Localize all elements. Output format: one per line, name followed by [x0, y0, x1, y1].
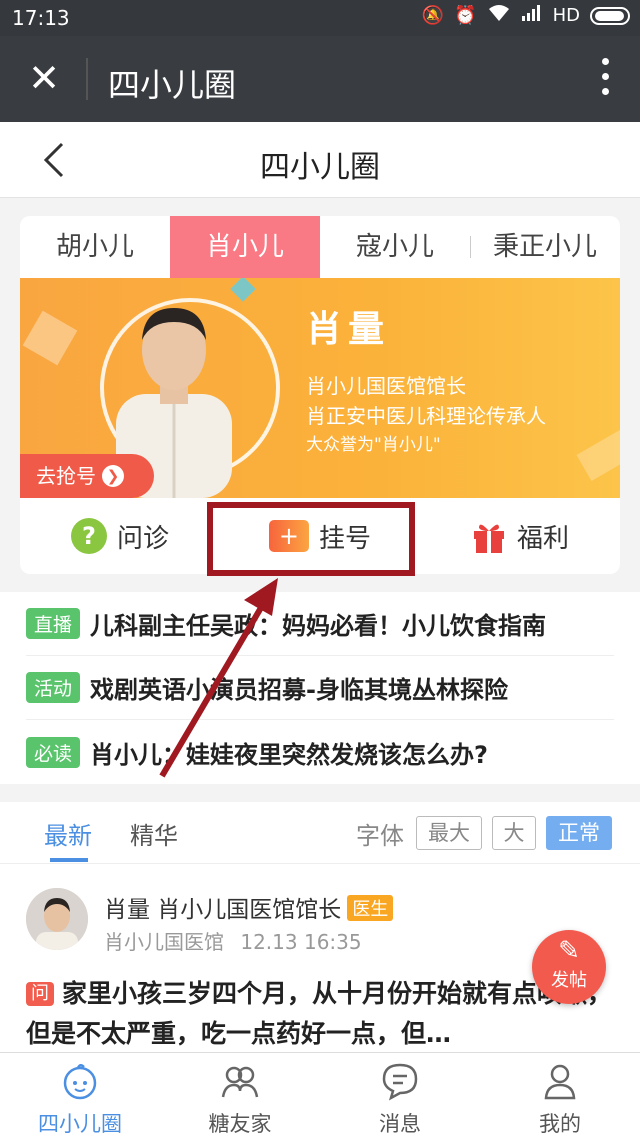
doctor-badge: 医生 — [347, 895, 394, 921]
pencil-icon: ✎ — [558, 936, 580, 966]
news-text: 戏剧英语小演员招募-身临其境丛林探险 — [90, 676, 508, 704]
status-bar: 17:13 🔕 ⏰ HD — [0, 0, 640, 36]
post-meta: 肖小儿国医馆 12.13 16:35 — [104, 926, 362, 955]
tab-xiao[interactable]: 肖小儿 — [170, 216, 320, 278]
post-author-name: 肖量 肖小儿国医馆馆长 — [104, 897, 342, 923]
news-tag: 必读 — [26, 736, 81, 768]
post-source: 肖小儿国医馆 — [104, 930, 224, 954]
tab-label: 我的 — [539, 1112, 581, 1136]
person-icon — [544, 1064, 576, 1100]
page-title: 四小儿圈 — [260, 150, 380, 185]
question-icon: ? — [70, 518, 107, 554]
tab-me[interactable]: 我的 — [480, 1053, 640, 1138]
grab-number-button[interactable]: 去抢号 ❯ — [20, 454, 154, 498]
wifi-icon — [487, 4, 511, 27]
banner-line-1: 肖小儿国医馆馆长 — [306, 374, 466, 398]
baby-face-icon — [63, 1064, 97, 1100]
feed-tabs: 最新 精华 字体 最大 大 正常 — [0, 802, 640, 864]
banner-line-2: 肖正安中医儿科理论传承人 — [306, 404, 546, 428]
network-label: HD — [552, 5, 580, 26]
doctor-tabs: 胡小儿 肖小儿 寇小儿 秉正小儿 — [20, 216, 620, 278]
doctor-banner[interactable]: 肖量 肖小儿国医馆馆长 肖正安中医儿科理论传承人 大众誉为"肖小儿" 去抢号 ❯ — [20, 278, 620, 498]
more-icon[interactable] — [600, 58, 610, 100]
news-list: 直播 儿科副主任吴政：妈妈必看！小儿饮食指南 活动 戏剧英语小演员招募-身临其境… — [0, 592, 640, 784]
tab-featured[interactable]: 精华 — [130, 816, 178, 851]
active-tab-indicator — [50, 858, 88, 862]
tab-messages[interactable]: 消息 — [320, 1053, 480, 1138]
font-large-button[interactable]: 大 — [492, 816, 536, 850]
wechat-top-bar: ✕ 四小儿圈 — [0, 36, 640, 122]
tab-latest[interactable]: 最新 — [44, 816, 92, 851]
tab-separator — [470, 236, 471, 258]
message-icon — [382, 1063, 418, 1101]
close-icon[interactable]: ✕ — [24, 58, 64, 98]
news-tag: 直播 — [26, 608, 81, 639]
tab-label: 消息 — [379, 1112, 421, 1136]
mute-icon: 🔕 — [421, 5, 445, 26]
post-author: 肖量 肖小儿国医馆馆长 医生 — [104, 890, 394, 924]
tab-four-kids[interactable]: 四小儿圈 — [0, 1053, 160, 1138]
post-text-content: 家里小孩三岁四个月，从十月份开始就有点咳嗽，但是不太严重，吃一点药好一点，但… — [26, 979, 613, 1048]
font-largest-button[interactable]: 最大 — [416, 816, 482, 850]
tab-sugar-friends[interactable]: 糖友家 — [160, 1053, 320, 1138]
bottom-tab-bar: 四小儿圈 糖友家 消息 我的 — [0, 1052, 640, 1138]
banner-decoration — [576, 425, 620, 481]
list-item[interactable]: 必读 肖小儿：娃娃夜里突然发烧该怎么办? — [26, 720, 614, 784]
list-item[interactable]: 直播 儿科副主任吴政：妈妈必看！小儿饮食指南 — [26, 592, 614, 656]
tab-kou[interactable]: 寇小儿 — [320, 216, 470, 278]
news-tag: 活动 — [26, 672, 81, 703]
list-item[interactable]: 活动 戏剧英语小演员招募-身临其境丛林探险 — [26, 656, 614, 720]
status-icons: 🔕 ⏰ HD — [422, 4, 630, 27]
font-size-label: 字体 — [356, 822, 404, 850]
news-text: 儿科副主任吴政：妈妈必看！小儿饮食指南 — [90, 612, 547, 640]
new-post-label: 发帖 — [551, 970, 587, 991]
highlight-box — [207, 502, 415, 576]
post-time: 12.13 16:35 — [240, 930, 362, 954]
consult-label: 问诊 — [116, 523, 169, 554]
tab-label: 四小儿圈 — [38, 1112, 122, 1136]
consult-button[interactable]: ? 问诊 — [20, 498, 220, 574]
status-time: 17:13 — [12, 6, 70, 30]
banner-line-3: 大众誉为"肖小儿" — [306, 435, 441, 455]
welfare-label: 福利 — [516, 523, 569, 554]
welfare-button[interactable]: 福利 — [420, 498, 620, 574]
feed-section: 最新 精华 字体 最大 大 正常 肖量 肖小儿国医馆馆长 医生 肖小儿国医馆 12… — [0, 802, 640, 1054]
grab-number-label: 去抢号 — [36, 464, 96, 488]
page-header: 四小儿圈 — [0, 122, 640, 198]
new-post-button[interactable]: ✎ 发帖 — [532, 930, 606, 1004]
group-icon — [221, 1066, 259, 1098]
banner-decoration — [22, 310, 78, 366]
arrow-right-icon: ❯ — [102, 465, 124, 487]
news-text: 肖小儿：娃娃夜里突然发烧该怎么办? — [90, 740, 488, 769]
font-normal-button[interactable]: 正常 — [546, 816, 612, 850]
avatar[interactable] — [26, 888, 88, 950]
doctor-name: 肖量 — [306, 309, 391, 350]
battery-icon — [590, 6, 630, 25]
wechat-title: 四小儿圈 — [108, 66, 237, 104]
tab-bingzheng-label: 秉正小儿 — [492, 232, 597, 262]
signal-icon — [521, 4, 543, 27]
alarm-icon: ⏰ — [454, 5, 477, 26]
tab-bingzheng[interactable]: 秉正小儿 — [470, 216, 620, 278]
tab-label: 糖友家 — [208, 1112, 272, 1136]
tab-hu[interactable]: 胡小儿 — [20, 216, 170, 278]
question-badge: 问 — [26, 982, 54, 1006]
gift-icon — [473, 524, 504, 553]
divider — [86, 58, 88, 100]
